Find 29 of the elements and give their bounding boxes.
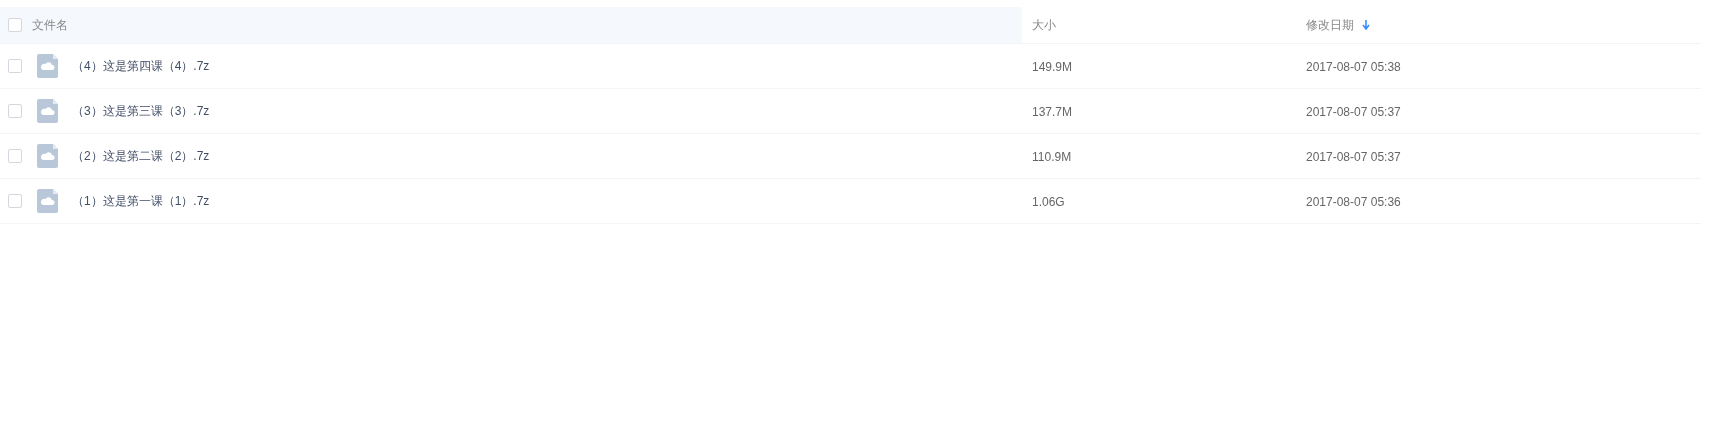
file-size: 110.9M xyxy=(1032,150,1072,164)
cloud-file-icon xyxy=(37,99,58,123)
file-name[interactable]: （1）这是第一课（1）.7z xyxy=(72,192,210,210)
sort-down-arrow-icon[interactable] xyxy=(1362,20,1370,30)
file-row[interactable]: （1）这是第一课（1）.7z 1.06G 2017-08-07 05:36 xyxy=(0,179,1701,224)
modified-date: 2017-08-07 05:38 xyxy=(1306,60,1401,74)
file-name[interactable]: （4）这是第四课（4）.7z xyxy=(72,57,210,75)
file-name[interactable]: （3）这是第三课（3）.7z xyxy=(72,102,210,120)
file-row[interactable]: （3）这是第三课（3）.7z 137.7M 2017-08-07 05:37 xyxy=(0,89,1701,134)
column-header[interactable]: 大小 xyxy=(1032,16,1296,34)
modified-date: 2017-08-07 05:37 xyxy=(1306,105,1401,119)
column-header[interactable]: 修改日期 xyxy=(1306,16,1370,34)
file-size: 1.06G xyxy=(1032,195,1065,209)
file-size: 149.9M xyxy=(1032,60,1073,74)
column-header[interactable]: 文件名 xyxy=(32,16,68,34)
cloud-file-icon xyxy=(37,189,58,213)
modified-date: 2017-08-07 05:36 xyxy=(1306,195,1401,209)
modified-date: 2017-08-07 05:37 xyxy=(1306,150,1401,164)
checkbox[interactable] xyxy=(8,149,22,163)
file-size: 137.7M xyxy=(1032,105,1073,119)
cloud-file-icon xyxy=(37,54,58,78)
file-row[interactable]: （2）这是第二课（2）.7z 110.9M 2017-08-07 05:37 xyxy=(0,134,1701,179)
checkbox[interactable] xyxy=(8,194,22,208)
checkbox[interactable] xyxy=(8,104,22,118)
checkbox[interactable] xyxy=(8,59,22,73)
cloud-file-icon xyxy=(37,144,58,168)
checkbox[interactable] xyxy=(8,18,22,32)
file-name[interactable]: （2）这是第二课（2）.7z xyxy=(72,147,210,165)
file-row[interactable]: （4）这是第四课（4）.7z 149.9M 2017-08-07 05:38 xyxy=(0,44,1701,89)
